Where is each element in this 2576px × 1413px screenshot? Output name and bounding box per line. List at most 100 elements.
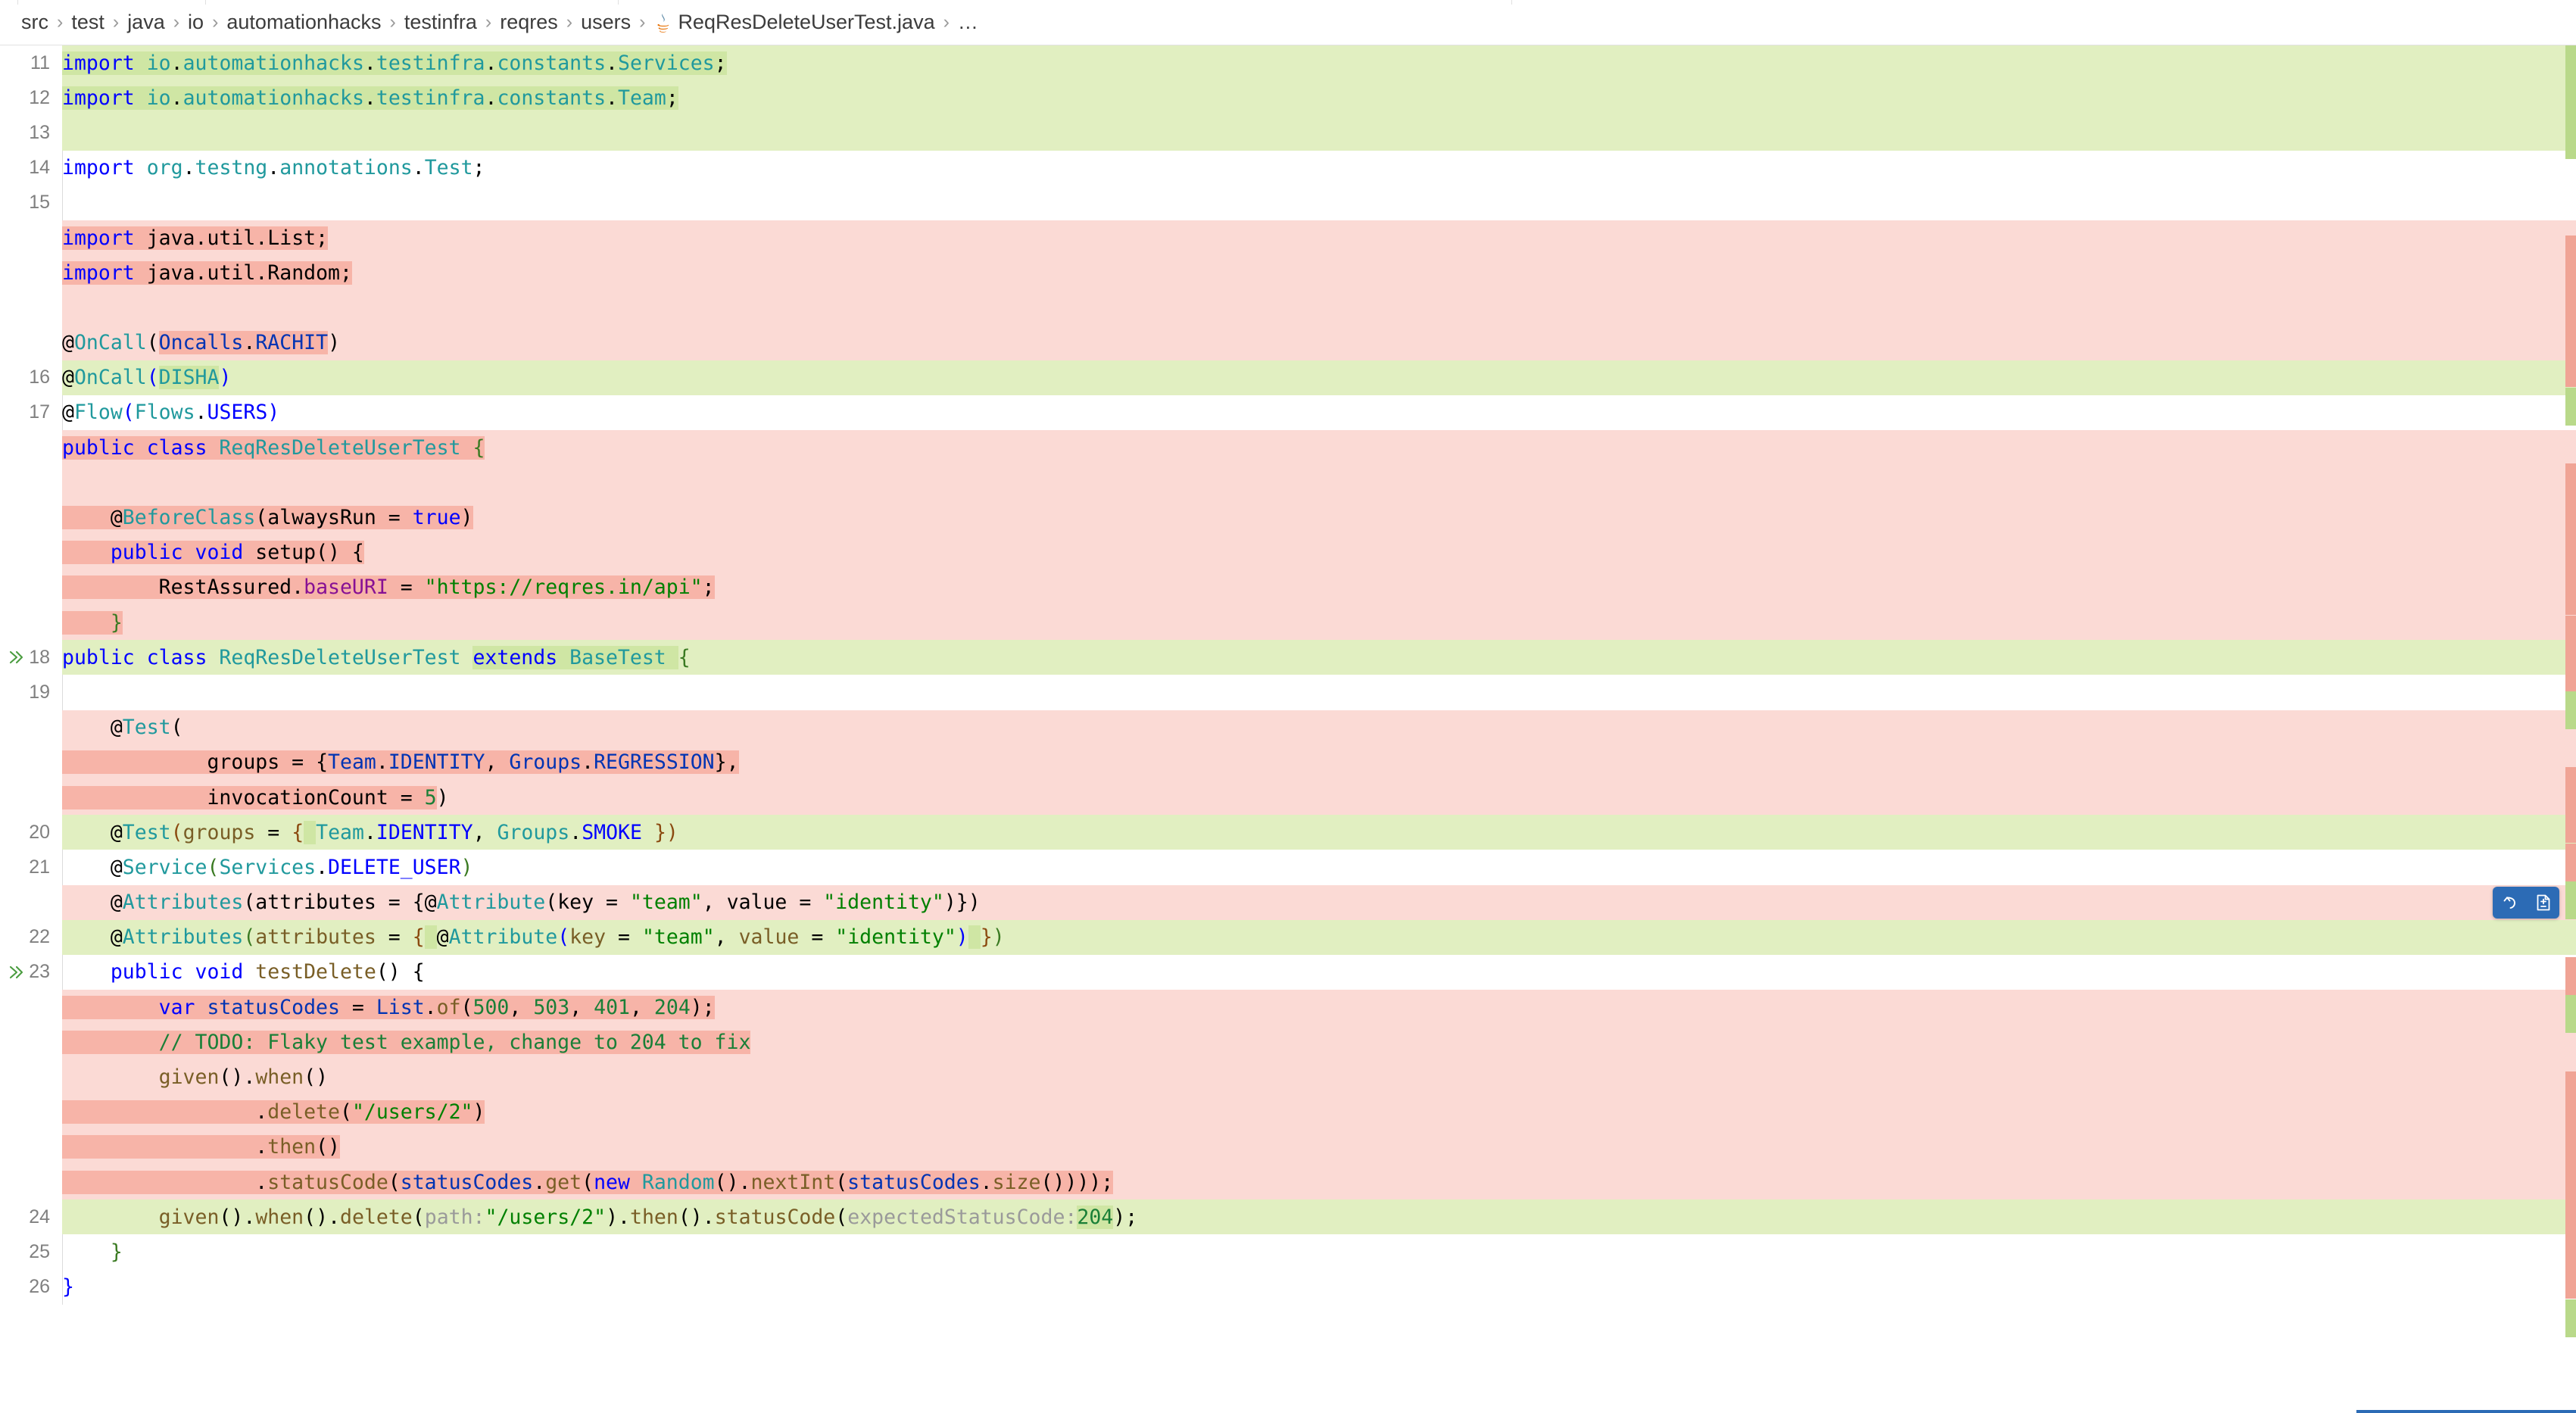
code-line[interactable]: 12 import io.automationhacks.testinfra.co… — [0, 80, 2576, 116]
code-line[interactable]: 15 — [0, 185, 2576, 220]
line-number-gutter[interactable]: 21 — [0, 850, 62, 885]
line-number-gutter[interactable] — [0, 465, 62, 501]
code-line[interactable]: 14 import org.testng.annotations.Test; — [0, 150, 2576, 186]
code-line-content[interactable]: import java.util.Random; — [62, 255, 2576, 290]
code-line[interactable]: @Attributes(attributes = {@Attribute(key… — [0, 884, 2576, 920]
line-number-gutter[interactable]: 17 — [0, 395, 62, 431]
code-line[interactable]: invocationCount = 5) — [0, 779, 2576, 816]
line-number-gutter[interactable]: 16 — [0, 360, 62, 395]
line-number-gutter[interactable]: 14 — [0, 150, 62, 186]
code-line-content[interactable]: } — [62, 605, 2576, 640]
line-number-gutter[interactable] — [0, 1094, 62, 1130]
code-line-content[interactable]: // TODO: Flaky test example, change to 2… — [62, 1025, 2576, 1059]
code-line-content[interactable]: public class ReqResDeleteUserTest extend… — [62, 640, 2576, 675]
line-number-gutter[interactable]: 26 — [0, 1269, 62, 1305]
code-line-content[interactable]: RestAssured.baseURI = "https://reqres.in… — [62, 570, 2576, 605]
code-line-content[interactable]: @OnCall(DISHA) — [62, 360, 2576, 395]
code-line[interactable]: .delete("/users/2") — [0, 1094, 2576, 1130]
line-number-gutter[interactable] — [0, 290, 62, 326]
code-line-content[interactable] — [62, 186, 2576, 220]
code-line-content[interactable]: .statusCode(statusCodes.get(new Random()… — [62, 1165, 2576, 1199]
breadcrumb-item[interactable]: test — [71, 11, 104, 34]
code-line-content[interactable]: @Service(Services.DELETE_USER) — [62, 850, 2576, 884]
line-number-gutter[interactable]: 23 — [0, 954, 62, 990]
code-line[interactable]: } — [0, 605, 2576, 641]
code-line-content[interactable]: } — [62, 1270, 2576, 1305]
code-line-content[interactable]: public void setup() { — [62, 535, 2576, 570]
diff-action-toolbar[interactable] — [2493, 886, 2559, 919]
code-line[interactable]: 24 given().when().delete(path:"/users/2"… — [0, 1199, 2576, 1235]
code-line-content[interactable]: @Flow(Flows.USERS) — [62, 395, 2576, 430]
line-number-gutter[interactable]: 12 — [0, 80, 62, 116]
code-line[interactable] — [0, 465, 2576, 501]
code-line-content[interactable] — [62, 465, 2576, 500]
code-line-content[interactable]: public class ReqResDeleteUserTest { — [62, 430, 2576, 465]
code-line[interactable]: 17 @Flow(Flows.USERS) — [0, 395, 2576, 431]
line-number-gutter[interactable] — [0, 990, 62, 1025]
code-line-content[interactable]: .then() — [62, 1130, 2576, 1165]
line-number-gutter[interactable] — [0, 220, 62, 256]
code-line[interactable]: // TODO: Flaky test example, change to 2… — [0, 1025, 2576, 1060]
line-number-gutter[interactable] — [0, 255, 62, 291]
code-line[interactable]: 25 } — [0, 1234, 2576, 1270]
code-line[interactable]: .then() — [0, 1129, 2576, 1165]
breadcrumb-item[interactable]: io — [188, 11, 204, 34]
code-line-content[interactable]: @Test( — [62, 710, 2576, 745]
code-line-content[interactable]: var statusCodes = List.of(500, 503, 401,… — [62, 990, 2576, 1025]
revert-arrow-icon[interactable] — [2501, 894, 2519, 912]
code-line-content[interactable] — [62, 115, 2576, 150]
code-line[interactable]: RestAssured.baseURI = "https://reqres.in… — [0, 569, 2576, 605]
diff-scrollbar-track[interactable] — [2565, 45, 2576, 1413]
code-line[interactable]: import java.util.List; — [0, 220, 2576, 256]
code-editor-diff-pane[interactable]: 11 import io.automationhacks.testinfra.co… — [0, 45, 2576, 1413]
code-line[interactable]: 19 — [0, 675, 2576, 710]
code-line-content[interactable]: @Test(groups = { Team.IDENTITY, Groups.S… — [62, 815, 2576, 850]
code-line-content[interactable]: given().when().delete(path:"/users/2").t… — [62, 1199, 2576, 1234]
code-line-content[interactable]: @BeforeClass(alwaysRun = true) — [62, 500, 2576, 535]
line-number-gutter[interactable] — [0, 1059, 62, 1095]
code-line[interactable]: given().when() — [0, 1059, 2576, 1095]
code-line[interactable]: public class ReqResDeleteUserTest { — [0, 430, 2576, 466]
code-line[interactable]: 18 public class ReqResDeleteUserTest exte… — [0, 640, 2576, 675]
line-number-gutter[interactable] — [0, 605, 62, 641]
code-line-content[interactable] — [62, 675, 2576, 710]
code-line-content[interactable]: .delete("/users/2") — [62, 1095, 2576, 1130]
line-number-gutter[interactable] — [0, 1129, 62, 1165]
line-number-gutter[interactable] — [0, 744, 62, 780]
line-number-gutter[interactable]: 24 — [0, 1199, 62, 1235]
code-line[interactable]: public void setup() { — [0, 535, 2576, 570]
code-line[interactable]: 21 @Service(Services.DELETE_USER) — [0, 850, 2576, 885]
line-number-gutter[interactable] — [0, 500, 62, 535]
breadcrumb-item[interactable]: testinfra — [404, 11, 477, 34]
code-line-content[interactable]: @Attributes(attributes = {@Attribute(key… — [62, 885, 2576, 920]
code-line-content[interactable]: import io.automationhacks.testinfra.cons… — [62, 80, 2576, 115]
line-number-gutter[interactable]: 15 — [0, 185, 62, 220]
code-line-content[interactable]: given().when() — [62, 1059, 2576, 1094]
code-line[interactable]: 23 public void testDelete() { — [0, 954, 2576, 990]
line-number-gutter[interactable] — [0, 569, 62, 605]
line-number-gutter[interactable]: 19 — [0, 675, 62, 710]
line-number-gutter[interactable] — [0, 325, 62, 360]
breadcrumb-item[interactable]: java — [127, 11, 165, 34]
code-line-content[interactable]: } — [62, 1234, 2576, 1269]
breadcrumb-item[interactable]: reqres — [500, 11, 558, 34]
code-line[interactable]: 13 — [0, 115, 2576, 151]
breadcrumb-item[interactable]: ReqResDeleteUserTest.java — [678, 11, 934, 34]
code-line-content[interactable]: public void testDelete() { — [62, 955, 2576, 990]
code-line[interactable]: 11 import io.automationhacks.testinfra.co… — [0, 45, 2576, 81]
code-line[interactable]: .statusCode(statusCodes.get(new Random()… — [0, 1165, 2576, 1200]
breadcrumb-item[interactable]: users — [581, 11, 631, 34]
line-number-gutter[interactable]: 11 — [0, 45, 62, 81]
line-number-gutter[interactable] — [0, 1165, 62, 1200]
line-number-gutter[interactable] — [0, 779, 62, 816]
code-line[interactable]: var statusCodes = List.of(500, 503, 401,… — [0, 990, 2576, 1025]
code-line-content[interactable]: invocationCount = 5) — [62, 780, 2576, 815]
code-line-content[interactable]: import io.automationhacks.testinfra.cons… — [62, 45, 2576, 80]
line-number-gutter[interactable] — [0, 710, 62, 745]
code-line-content[interactable] — [62, 290, 2576, 325]
code-line-content[interactable]: @Attributes(attributes = { @Attribute(ke… — [62, 920, 2576, 955]
compare-file-icon[interactable] — [2535, 894, 2552, 912]
code-line-content[interactable]: import org.testng.annotations.Test; — [62, 151, 2576, 186]
code-line[interactable]: 22 @Attributes(attributes = { @Attribute… — [0, 919, 2576, 955]
code-line[interactable]: @OnCall(Oncalls.RACHIT) — [0, 325, 2576, 360]
